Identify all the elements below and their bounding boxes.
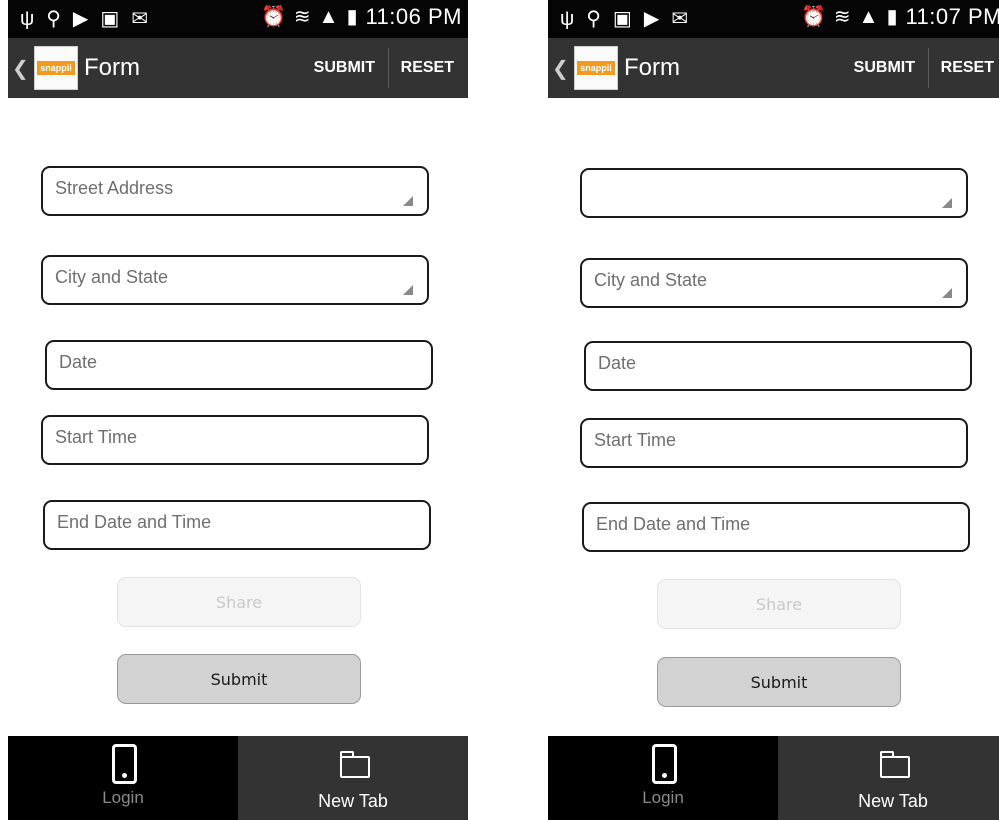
end-date-time-placeholder: End Date and Time (596, 514, 751, 534)
email-icon: ✉ (671, 8, 688, 30)
street-address-field[interactable] (580, 168, 968, 218)
status-system: ⏰ ≋ ▲ ▮ 11:06 PM (261, 4, 462, 30)
end-date-time-field[interactable]: End Date and Time (43, 500, 431, 550)
start-time-field[interactable]: Start Time (580, 418, 968, 468)
folder-icon (879, 751, 910, 778)
wifi-icon: ≋ (833, 6, 851, 28)
status-time: 11:06 PM (365, 4, 462, 29)
actionbar-reset-button[interactable]: RESET (941, 59, 994, 77)
tab-login[interactable]: Login (548, 736, 778, 820)
date-placeholder: Date (598, 353, 637, 373)
status-notifications: ψ ⚲ ▶ ▣ ✉ (20, 8, 148, 30)
usb-icon: ψ (560, 8, 575, 30)
location-icon: ⚲ (586, 8, 601, 30)
folder-icon (339, 751, 370, 778)
signal-icon: ▲ (858, 6, 879, 28)
page-title: Form (84, 54, 140, 81)
location-icon: ⚲ (46, 8, 61, 30)
logo-text: snappii (37, 61, 75, 75)
start-time-placeholder: Start Time (594, 430, 677, 450)
date-field[interactable]: Date (584, 341, 972, 391)
submit-button[interactable]: Submit (657, 657, 901, 707)
status-bar: ψ ⚲ ▣ ▶ ✉ ⏰ ≋ ▲ ▮ 11:07 PM (548, 0, 999, 38)
youtube-icon: ▶ (72, 8, 89, 30)
signal-icon: ▲ (318, 6, 339, 28)
phone-screen-1: ψ ⚲ ▶ ▣ ✉ ⏰ ≋ ▲ ▮ 11:06 PM ❮ snappii For… (8, 0, 468, 820)
back-chevron-icon[interactable]: ❮ (552, 56, 569, 81)
submit-button-label: Submit (750, 672, 808, 692)
city-state-field[interactable]: City and State (41, 255, 429, 305)
actionbar-divider (388, 48, 389, 88)
end-date-time-field[interactable]: End Date and Time (582, 502, 970, 552)
status-bar: ψ ⚲ ▶ ▣ ✉ ⏰ ≋ ▲ ▮ 11:06 PM (8, 0, 468, 38)
end-date-time-placeholder: End Date and Time (57, 512, 212, 532)
phone-screen-2: ψ ⚲ ▣ ▶ ✉ ⏰ ≋ ▲ ▮ 11:07 PM ❮ snappii For… (548, 0, 999, 820)
actionbar-reset-button[interactable]: RESET (401, 59, 454, 77)
youtube-icon: ▶ (643, 8, 660, 30)
city-state-field[interactable]: City and State (580, 258, 968, 308)
alarm-icon: ⏰ (800, 6, 826, 28)
tab-new-tab-label: New Tab (318, 791, 388, 811)
tab-login-label: Login (642, 788, 684, 807)
logo-text: snappii (577, 61, 615, 75)
start-time-field[interactable]: Start Time (41, 415, 429, 465)
share-button[interactable]: Share (117, 577, 361, 627)
actionbar-submit-button[interactable]: SUBMIT (314, 59, 375, 77)
tab-login[interactable]: Login (8, 736, 238, 820)
status-system: ⏰ ≋ ▲ ▮ 11:07 PM (801, 4, 999, 30)
resize-grip-icon[interactable] (403, 285, 413, 295)
battery-icon: ▮ (886, 6, 898, 28)
bottom-tab-bar: Login New Tab (8, 736, 468, 820)
page-title: Form (624, 54, 680, 81)
share-button-label: Share (755, 594, 803, 614)
action-bar: ❮ snappii Form SUBMIT RESET (548, 38, 999, 98)
share-button-label: Share (215, 592, 263, 612)
bottom-tab-bar: Login New Tab (548, 736, 999, 820)
date-placeholder: Date (59, 352, 98, 372)
app-logo[interactable]: snappii (574, 46, 618, 90)
status-time: 11:07 PM (905, 4, 999, 29)
street-address-field[interactable]: Street Address (41, 166, 429, 216)
resize-grip-icon[interactable] (942, 288, 952, 298)
date-field[interactable]: Date (45, 340, 433, 390)
usb-icon: ψ (20, 8, 35, 30)
start-time-placeholder: Start Time (55, 427, 138, 447)
city-state-placeholder: City and State (55, 267, 169, 287)
city-state-placeholder: City and State (594, 270, 708, 290)
phone-icon (652, 744, 677, 784)
battery-icon: ▮ (346, 6, 358, 28)
gallery-icon: ▣ (612, 8, 632, 30)
submit-button-label: Submit (210, 669, 268, 689)
resize-grip-icon[interactable] (403, 196, 413, 206)
street-address-placeholder: Street Address (55, 178, 174, 198)
app-logo[interactable]: snappii (34, 46, 78, 90)
tab-new-tab[interactable]: New Tab (238, 736, 468, 820)
actionbar-divider (928, 48, 929, 88)
share-button[interactable]: Share (657, 579, 901, 629)
email-icon: ✉ (131, 8, 148, 30)
alarm-icon: ⏰ (260, 6, 286, 28)
tab-new-tab-label: New Tab (858, 791, 928, 811)
phone-icon (112, 744, 137, 784)
resize-grip-icon[interactable] (942, 198, 952, 208)
back-chevron-icon[interactable]: ❮ (12, 56, 29, 81)
wifi-icon: ≋ (293, 6, 311, 28)
tab-login-label: Login (102, 788, 144, 807)
tab-new-tab[interactable]: New Tab (778, 736, 999, 820)
gallery-icon: ▣ (100, 8, 120, 30)
actionbar-submit-button[interactable]: SUBMIT (854, 59, 915, 77)
action-bar: ❮ snappii Form SUBMIT RESET (8, 38, 468, 98)
submit-button[interactable]: Submit (117, 654, 361, 704)
status-notifications: ψ ⚲ ▣ ▶ ✉ (560, 8, 688, 30)
